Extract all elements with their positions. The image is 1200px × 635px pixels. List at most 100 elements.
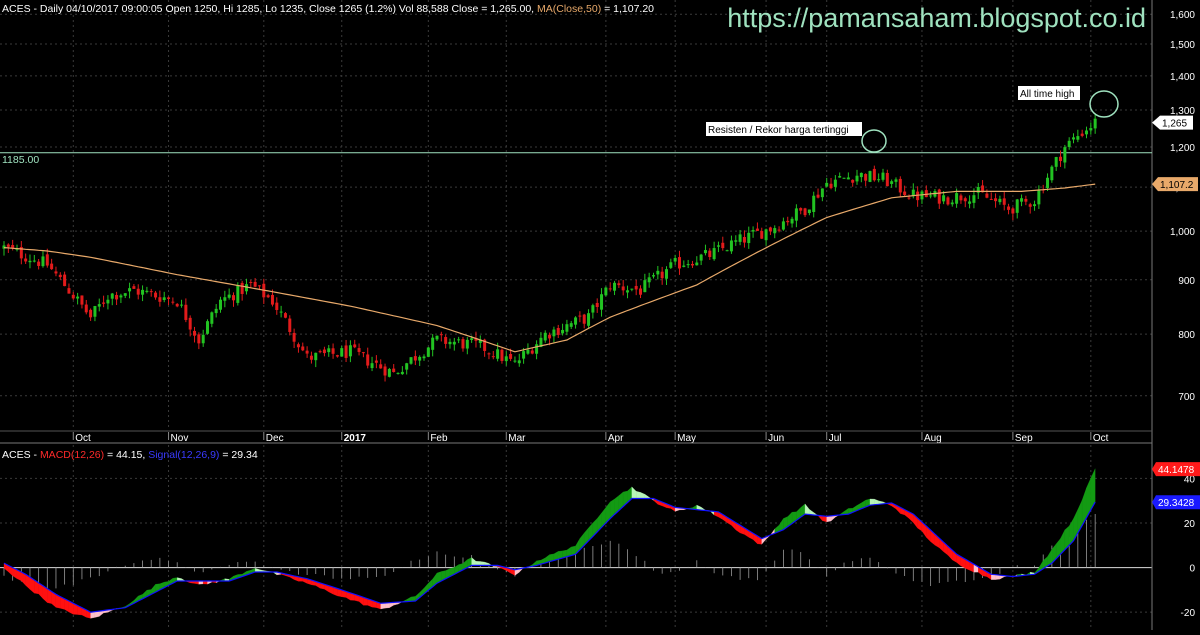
macd-last-tag-label: 44.1478 bbox=[1158, 465, 1195, 476]
candle-body bbox=[799, 208, 803, 211]
candle bbox=[699, 253, 703, 266]
x-tick-label: May bbox=[677, 433, 696, 444]
candle bbox=[682, 260, 686, 268]
candle-body bbox=[1046, 177, 1050, 189]
candle-body bbox=[812, 195, 816, 212]
candle-body bbox=[708, 250, 712, 258]
candle-body bbox=[712, 248, 716, 260]
candle bbox=[162, 291, 166, 303]
candle bbox=[132, 284, 136, 289]
candle bbox=[1011, 206, 1015, 221]
candle-body bbox=[227, 294, 231, 298]
candle bbox=[141, 285, 145, 302]
candle bbox=[353, 339, 357, 349]
candle-body bbox=[1028, 204, 1032, 207]
candle-body bbox=[1054, 157, 1058, 167]
candle-body bbox=[950, 202, 954, 205]
candle-body bbox=[764, 229, 768, 241]
candle-body bbox=[1093, 118, 1097, 129]
ath-circle bbox=[1089, 90, 1119, 118]
candle bbox=[288, 315, 292, 336]
x-tick-label: Jun bbox=[768, 433, 784, 444]
candle-body bbox=[509, 353, 513, 359]
candle-body bbox=[535, 344, 539, 354]
candle-body bbox=[76, 296, 80, 299]
candle-body bbox=[561, 329, 565, 334]
candle-body bbox=[968, 201, 972, 204]
candle bbox=[781, 217, 785, 231]
candle bbox=[370, 356, 374, 372]
candle-body bbox=[110, 293, 114, 299]
candle-body bbox=[1076, 136, 1080, 140]
candle-body bbox=[335, 355, 339, 357]
candle bbox=[28, 254, 32, 269]
candle bbox=[1072, 133, 1076, 144]
candle-body bbox=[994, 198, 998, 202]
candle bbox=[340, 345, 344, 357]
candle bbox=[587, 309, 591, 329]
candle bbox=[950, 199, 954, 207]
candle-body bbox=[591, 305, 595, 313]
candle bbox=[1085, 126, 1088, 139]
candle bbox=[457, 336, 461, 344]
candle-body bbox=[435, 335, 439, 340]
candle bbox=[63, 271, 67, 287]
candle-body bbox=[444, 337, 448, 344]
candle bbox=[106, 295, 110, 310]
candle bbox=[647, 272, 651, 288]
candle-body bbox=[314, 352, 318, 361]
watermark-url: https://pamansaham.blogspot.co.id bbox=[727, 3, 1146, 33]
price-tick-label: 1,400 bbox=[1170, 72, 1195, 83]
candle-body bbox=[128, 288, 132, 292]
candle-body bbox=[41, 256, 45, 267]
x-tick-label: Mar bbox=[508, 433, 526, 444]
candle-body bbox=[1072, 137, 1076, 140]
candle-body bbox=[301, 346, 305, 351]
candle bbox=[387, 367, 391, 378]
candle bbox=[799, 207, 803, 215]
candle bbox=[128, 282, 132, 299]
candle bbox=[634, 279, 638, 296]
candle-body bbox=[660, 271, 664, 279]
candle-body bbox=[838, 176, 842, 178]
candle-body bbox=[370, 363, 374, 369]
candle-body bbox=[240, 282, 244, 294]
candle-body bbox=[807, 209, 811, 214]
macd-band bbox=[631, 486, 637, 499]
candle bbox=[660, 266, 664, 285]
candle bbox=[167, 296, 171, 306]
candle bbox=[309, 351, 313, 364]
candle bbox=[58, 272, 62, 280]
candle bbox=[569, 320, 573, 329]
candle bbox=[820, 188, 824, 202]
candle bbox=[435, 335, 439, 341]
candle-body bbox=[786, 220, 790, 223]
candle-body bbox=[413, 356, 417, 361]
candle bbox=[314, 352, 318, 368]
candle-body bbox=[699, 254, 703, 261]
candle bbox=[690, 260, 694, 268]
candle-body bbox=[296, 344, 300, 348]
resistance-circle bbox=[861, 129, 887, 153]
signal-last-tag-label: 29.3428 bbox=[1158, 498, 1195, 509]
candle bbox=[444, 334, 448, 349]
candle bbox=[80, 295, 84, 309]
candle bbox=[807, 209, 811, 216]
candle-body bbox=[175, 303, 179, 307]
candle-body bbox=[1002, 198, 1006, 205]
candle bbox=[574, 316, 578, 329]
candle-body bbox=[418, 356, 422, 361]
candle-body bbox=[292, 332, 296, 342]
candle bbox=[535, 340, 539, 360]
candle-body bbox=[820, 188, 824, 198]
candle bbox=[656, 265, 660, 280]
candle bbox=[1080, 129, 1084, 138]
candle bbox=[669, 258, 673, 269]
candle bbox=[825, 177, 829, 188]
candle bbox=[513, 356, 517, 363]
candle-body bbox=[448, 341, 452, 345]
candle bbox=[1046, 173, 1050, 192]
candle bbox=[1054, 156, 1058, 172]
candle-body bbox=[760, 231, 764, 239]
candle bbox=[158, 290, 162, 307]
